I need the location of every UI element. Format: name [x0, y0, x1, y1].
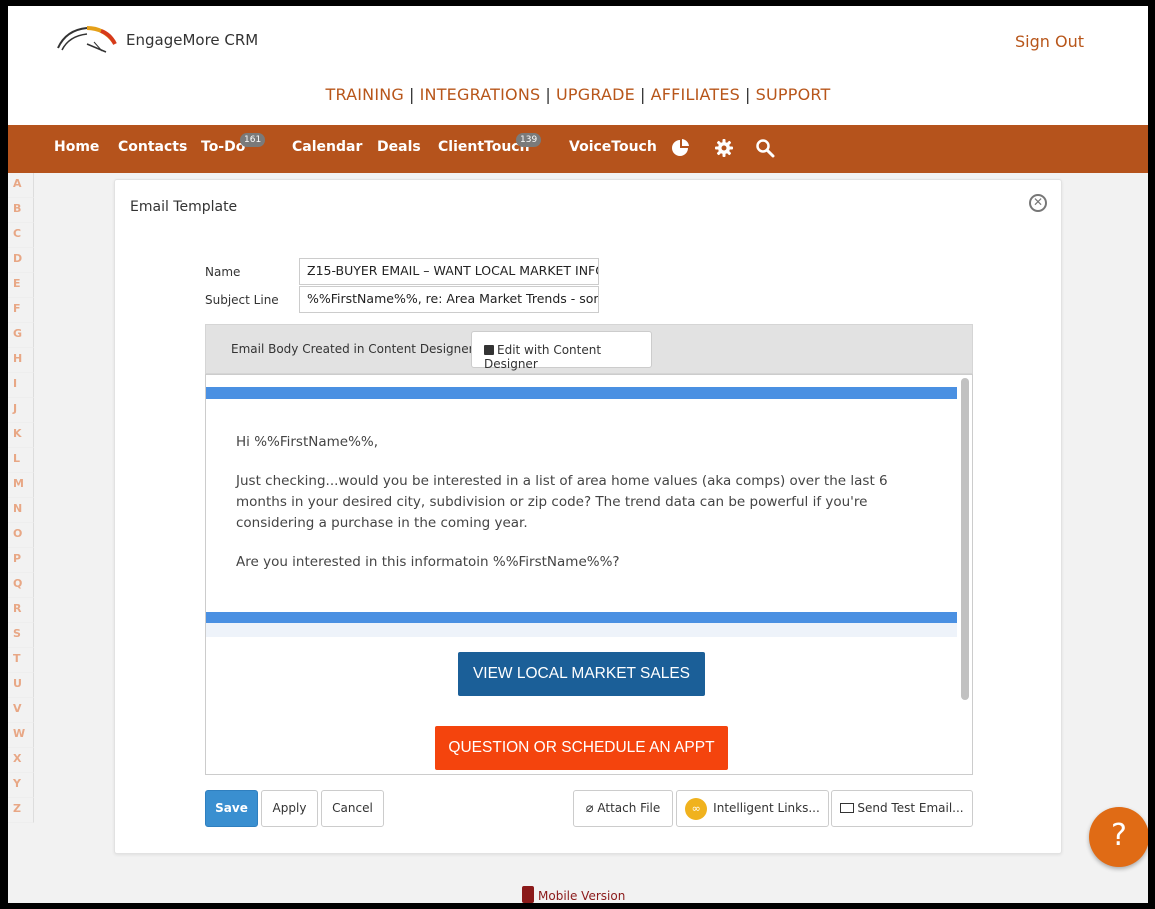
nav-calendar[interactable]: Calendar: [292, 139, 362, 155]
preview-scrollbar[interactable]: [961, 378, 969, 700]
alpha-filter-t[interactable]: T: [8, 648, 34, 673]
integrations-link[interactable]: INTEGRATIONS: [420, 85, 541, 104]
nav-todo[interactable]: To-Do 161: [201, 133, 266, 155]
support-link[interactable]: SUPPORT: [756, 85, 831, 104]
alpha-filter-f[interactable]: F: [8, 298, 34, 323]
alpha-filter-b[interactable]: B: [8, 198, 34, 223]
alpha-filter-n[interactable]: N: [8, 498, 34, 523]
alpha-filter-l[interactable]: L: [8, 448, 34, 473]
view-market-sales-button[interactable]: VIEW LOCAL MARKET SALES: [458, 652, 705, 696]
designer-label: Email Body Created in Content Designer: [231, 342, 474, 356]
strip-shadow: [206, 623, 957, 637]
alpha-filter-h[interactable]: H: [8, 348, 34, 373]
alpha-filter-d[interactable]: D: [8, 248, 34, 273]
alpha-filter-a[interactable]: A: [8, 173, 34, 198]
designer-toolbar: Email Body Created in Content Designer E…: [205, 324, 973, 374]
schedule-appt-button[interactable]: QUESTION OR SCHEDULE AN APPT: [435, 726, 728, 770]
alpha-filter-w[interactable]: W: [8, 723, 34, 748]
help-button[interactable]: ?: [1089, 807, 1148, 867]
sign-out-link[interactable]: Sign Out: [1015, 32, 1084, 51]
alpha-filter-u[interactable]: U: [8, 673, 34, 698]
separator: |: [745, 85, 751, 104]
nav-clienttouch[interactable]: ClientTouch 139: [438, 133, 542, 155]
save-button[interactable]: Save: [205, 790, 258, 827]
envelope-icon: [840, 803, 855, 813]
top-links: TRAINING | INTEGRATIONS | UPGRADE | AFFILIATES…: [8, 85, 1148, 104]
alpha-filter-j[interactable]: J: [8, 398, 34, 423]
mobile-version-label: Mobile Version: [538, 889, 626, 903]
nav-deals[interactable]: Deals: [377, 139, 421, 155]
alpha-filter-e[interactable]: E: [8, 273, 34, 298]
alpha-filter-p[interactable]: P: [8, 548, 34, 573]
name-field[interactable]: Z15-BUYER EMAIL – WANT LOCAL MARKET INFO: [299, 258, 599, 285]
search-icon[interactable]: [755, 138, 775, 162]
paperclip-icon: ⌀: [585, 801, 594, 816]
send-test-email-label: Send Test Email...: [857, 801, 964, 815]
email-preview[interactable]: Hi %%FirstName%%, Just checking...would …: [205, 374, 973, 775]
speedometer-logo-icon: [57, 26, 117, 53]
intelligent-links-label: Intelligent Links...: [713, 801, 820, 815]
mobile-phone-icon: [522, 886, 534, 903]
training-link[interactable]: TRAINING: [325, 85, 404, 104]
subject-label: Subject Line: [205, 293, 279, 307]
alpha-filter-y[interactable]: Y: [8, 773, 34, 798]
logo[interactable]: EngageMore CRM: [54, 18, 258, 56]
top-blue-strip: [206, 387, 957, 399]
separator: |: [545, 85, 551, 104]
alpha-filter-s[interactable]: S: [8, 623, 34, 648]
alpha-filter-i[interactable]: I: [8, 373, 34, 398]
alpha-filter-g[interactable]: G: [8, 323, 34, 348]
main-nav: Home Contacts To-Do 161 Calendar Deals Cl…: [8, 125, 1148, 173]
app-frame: EngageMore CRM Sign Out TRAINING | INTEGRA…: [8, 6, 1148, 903]
attach-file-button[interactable]: ⌀ Attach File: [573, 790, 673, 827]
alpha-filter-x[interactable]: X: [8, 748, 34, 773]
link-icon: ∞: [685, 797, 708, 820]
alpha-filter-k[interactable]: K: [8, 423, 34, 448]
upgrade-link[interactable]: UPGRADE: [556, 85, 635, 104]
alpha-filter-r[interactable]: R: [8, 598, 34, 623]
intelligent-links-button[interactable]: ∞ Intelligent Links...: [676, 790, 829, 827]
email-greeting: Hi %%FirstName%%,: [236, 434, 379, 450]
email-body: Hi %%FirstName%%, Just checking...would …: [236, 432, 926, 591]
reports-pie-icon[interactable]: [670, 138, 690, 162]
email-question: Are you interested in this informatoin %…: [236, 554, 620, 570]
separator: |: [409, 85, 415, 104]
mobile-version-link[interactable]: Mobile Version: [522, 886, 625, 903]
cancel-button[interactable]: Cancel: [321, 790, 384, 827]
alpha-filter-o[interactable]: O: [8, 523, 34, 548]
alpha-filter-v[interactable]: V: [8, 698, 34, 723]
edit-icon: [484, 345, 494, 355]
app-name: EngageMore CRM: [126, 31, 259, 49]
affiliates-link[interactable]: AFFILIATES: [651, 85, 740, 104]
nav-home[interactable]: Home: [54, 139, 99, 155]
edit-designer-label: Edit with Content Designer: [484, 343, 602, 371]
separator: |: [640, 85, 646, 104]
close-icon[interactable]: ✕: [1029, 194, 1047, 212]
alpha-filter-z[interactable]: Z: [8, 798, 34, 823]
todo-count-badge: 161: [240, 133, 266, 147]
send-test-email-button[interactable]: Send Test Email...: [831, 790, 973, 827]
alpha-filter-c[interactable]: C: [8, 223, 34, 248]
nav-todo-label: To-Do: [201, 139, 246, 155]
edit-content-designer-button[interactable]: Edit with Content Designer: [471, 331, 652, 371]
gear-icon[interactable]: [714, 138, 734, 162]
email-paragraph: Just checking...would you be interested …: [236, 473, 888, 531]
nav-contacts[interactable]: Contacts: [118, 139, 187, 155]
alpha-filter-q[interactable]: Q: [8, 573, 34, 598]
name-label: Name: [205, 265, 241, 279]
apply-button[interactable]: Apply: [261, 790, 318, 827]
attach-file-label: Attach File: [597, 801, 661, 815]
top-header: EngageMore CRM Sign Out TRAINING | INTEGRA…: [8, 6, 1148, 125]
clienttouch-count-badge: 139: [516, 133, 542, 147]
alphabet-filter: ABCDEFGHIJKLMNOPQRSTUVWXYZ: [8, 173, 34, 823]
alpha-filter-m[interactable]: M: [8, 473, 34, 498]
panel-title: Email Template: [130, 199, 238, 215]
email-template-panel: Email Template ✕ Name Z15-BUYER EMAIL – …: [114, 179, 1062, 854]
subject-field[interactable]: %%FirstName%%, re: Area Market Trends - …: [299, 286, 599, 313]
nav-voicetouch[interactable]: VoiceTouch: [569, 139, 657, 155]
